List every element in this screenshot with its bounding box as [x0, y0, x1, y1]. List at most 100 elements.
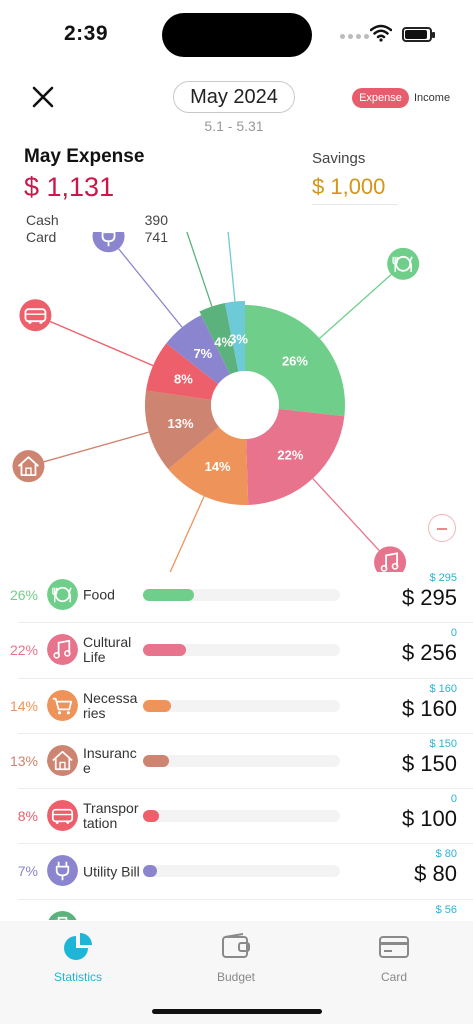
bus-icon[interactable] — [19, 299, 52, 332]
category-name: Cultural Life — [83, 634, 132, 666]
slice-label: 7% — [193, 346, 212, 361]
category-progress-track — [143, 754, 340, 767]
slice-label: 8% — [174, 372, 193, 387]
savings-label: Savings — [312, 150, 366, 167]
category-progress-fill — [143, 589, 194, 601]
callout-line — [319, 273, 392, 339]
food-icon[interactable] — [387, 247, 420, 280]
battery-icon — [402, 27, 435, 42]
slice-label: 3% — [229, 331, 248, 346]
tab-label: Statistics — [53, 970, 102, 984]
category-percent: 4% — [8, 919, 38, 920]
credit-card-icon — [379, 936, 409, 958]
category-amount: $ 160 — [401, 695, 457, 721]
savings-value[interactable]: $ 1,000 — [312, 174, 398, 205]
category-progress-track — [143, 865, 340, 878]
category-progress-track — [143, 699, 340, 712]
category-progress-fill — [143, 699, 171, 712]
callout-line — [186, 232, 213, 307]
category-percent: 8% — [17, 808, 38, 825]
category-row[interactable]: 26% Food $ 295 $ 295 — [10, 568, 473, 624]
category-progress-fill — [143, 865, 157, 878]
cash-label: Cash — [26, 212, 59, 228]
donut-hole — [211, 371, 279, 439]
slice-label: 14% — [205, 459, 231, 474]
category-budget: $ 160 — [429, 682, 457, 695]
home-indicator — [152, 1009, 322, 1014]
category-budget: $ 80 — [435, 848, 457, 861]
house-icon — [47, 744, 78, 776]
expense-title: May Expense — [24, 146, 145, 167]
cash-value: 390 — [144, 212, 168, 228]
category-budget: $ 56 — [435, 903, 457, 916]
wallet-icon — [222, 933, 250, 958]
category-percent: 22% — [9, 642, 38, 659]
house-icon[interactable] — [12, 450, 45, 483]
income-toggle[interactable]: Income — [414, 88, 450, 108]
signal-icon — [340, 34, 369, 39]
category-name: Medical — [83, 919, 141, 920]
category-row[interactable]: 8% Transportation 0 $ 100 — [18, 789, 473, 845]
tab-label: Budget — [216, 970, 256, 984]
category-percent: 13% — [9, 752, 38, 769]
category-amount: $ 100 — [401, 806, 457, 832]
category-budget: $ 150 — [429, 737, 457, 750]
tab-statistics[interactable]: Statistics — [33, 931, 123, 984]
music-icon — [47, 634, 78, 666]
category-progress-fill — [143, 810, 159, 823]
cart-icon — [47, 689, 78, 721]
category-name: Insurance — [83, 745, 137, 777]
wifi-icon — [370, 24, 392, 42]
dynamic-island — [162, 13, 312, 57]
category-progress-fill — [143, 754, 169, 767]
tab-card[interactable]: Card — [349, 931, 439, 984]
category-budget: 0 — [450, 627, 457, 640]
slice-label: 13% — [168, 416, 194, 431]
category-row[interactable]: 14% Necessaries $ 160 $ 160 — [10, 679, 473, 734]
category-list: 26% Food $ 295 $ 295 22% Cultural Life 0 $ 256 1… — [0, 568, 473, 920]
cash-row: Cash 390 — [26, 212, 168, 228]
close-icon[interactable] — [28, 82, 58, 112]
category-amount: $ 150 — [401, 750, 457, 776]
category-progress-track — [143, 589, 340, 601]
callout-line — [312, 478, 380, 551]
category-budget: $ 295 — [429, 572, 457, 584]
category-amount: $ 50 — [414, 917, 457, 920]
category-progress-track — [143, 644, 340, 657]
expense-total: $ 1,131 — [24, 172, 115, 202]
collapse-button[interactable] — [428, 514, 456, 542]
category-row[interactable]: 13% Insurance $ 150 $ 150 — [10, 734, 473, 790]
plug-icon — [47, 855, 78, 887]
category-amount: $ 295 — [401, 585, 457, 610]
category-amount: $ 256 — [401, 640, 457, 666]
category-row[interactable]: 4%Medical$ 56$ 50 — [18, 900, 473, 920]
bus-icon — [47, 800, 78, 832]
category-percent: 7% — [17, 863, 38, 880]
category-percent: 14% — [9, 697, 38, 714]
callout-line — [43, 431, 149, 463]
category-row[interactable]: 22% Cultural Life 0 $ 256 — [10, 623, 473, 679]
tab-label: Card — [380, 970, 407, 984]
medkit-icon — [48, 910, 77, 920]
expense-toggle[interactable]: Expense — [352, 88, 409, 108]
callout-line — [169, 496, 205, 572]
category-budget: 0 — [450, 793, 457, 806]
month-selector[interactable]: May 2024 — [173, 81, 295, 113]
slice-label: 26% — [282, 353, 308, 368]
callout-line — [118, 248, 183, 328]
tab-budget[interactable]: Budget — [191, 931, 281, 984]
category-percent: 26% — [9, 587, 38, 603]
slice-label: 22% — [277, 447, 303, 462]
food-icon — [47, 579, 78, 610]
category-name: Utility Bill — [83, 863, 140, 880]
date-range: 5.1 - 5.31 — [204, 118, 264, 134]
expense-donut-chart[interactable]: 26%22%14%13%8%7%4%3% — [0, 232, 473, 572]
category-row[interactable]: 7% Utility Bill $ 80 $ 80 — [18, 844, 473, 900]
category-progress-fill — [143, 644, 186, 657]
category-name: Food — [83, 586, 115, 603]
callout-line — [49, 320, 154, 367]
category-amount: $ 80 — [414, 861, 457, 887]
status-time: 2:39 — [64, 22, 109, 45]
status-bar: 2:39 — [0, 0, 473, 70]
category-name: Necessaries — [83, 689, 138, 721]
